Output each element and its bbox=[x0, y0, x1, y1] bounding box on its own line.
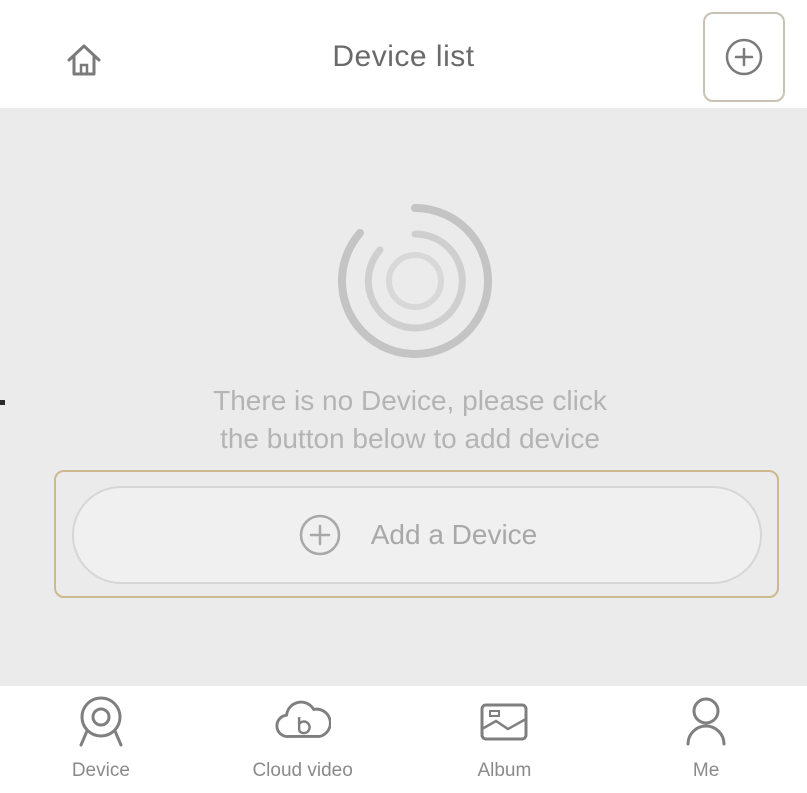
bottom-tab-bar: Device Cloud video Album Me bbox=[0, 686, 807, 793]
tab-cloud-video[interactable]: Cloud video bbox=[202, 686, 404, 793]
empty-state-message: There is no Device, please click the but… bbox=[150, 382, 670, 458]
tab-device-label: Device bbox=[71, 760, 130, 781]
add-device-label: Add a Device bbox=[370, 519, 538, 550]
person-icon bbox=[686, 697, 726, 746]
device-list-area: There is no Device, please click the but… bbox=[0, 108, 807, 686]
tab-me[interactable]: Me bbox=[605, 686, 807, 793]
add-device-top-button[interactable] bbox=[703, 12, 785, 102]
tab-device[interactable]: Device bbox=[0, 686, 202, 793]
empty-message-line-2: the button below to add device bbox=[220, 423, 600, 454]
plus-circle-icon bbox=[725, 38, 763, 76]
cloud-video-icon bbox=[275, 700, 331, 738]
plus-circle-icon bbox=[299, 514, 340, 556]
header-bar: Device list bbox=[0, 0, 807, 108]
page-title: Device list bbox=[332, 40, 475, 73]
tab-cloud-video-label: Cloud video bbox=[252, 760, 353, 781]
tab-album-label: Album bbox=[477, 760, 532, 781]
album-icon bbox=[480, 703, 528, 741]
camera-icon bbox=[79, 696, 123, 747]
tab-me-label: Me bbox=[692, 760, 720, 781]
edge-marker bbox=[0, 400, 5, 405]
device-ring-icon bbox=[338, 204, 492, 358]
add-device-button[interactable]: Add a Device bbox=[72, 486, 762, 584]
tab-album[interactable]: Album bbox=[404, 686, 606, 793]
empty-message-line-1: There is no Device, please click bbox=[213, 385, 607, 416]
